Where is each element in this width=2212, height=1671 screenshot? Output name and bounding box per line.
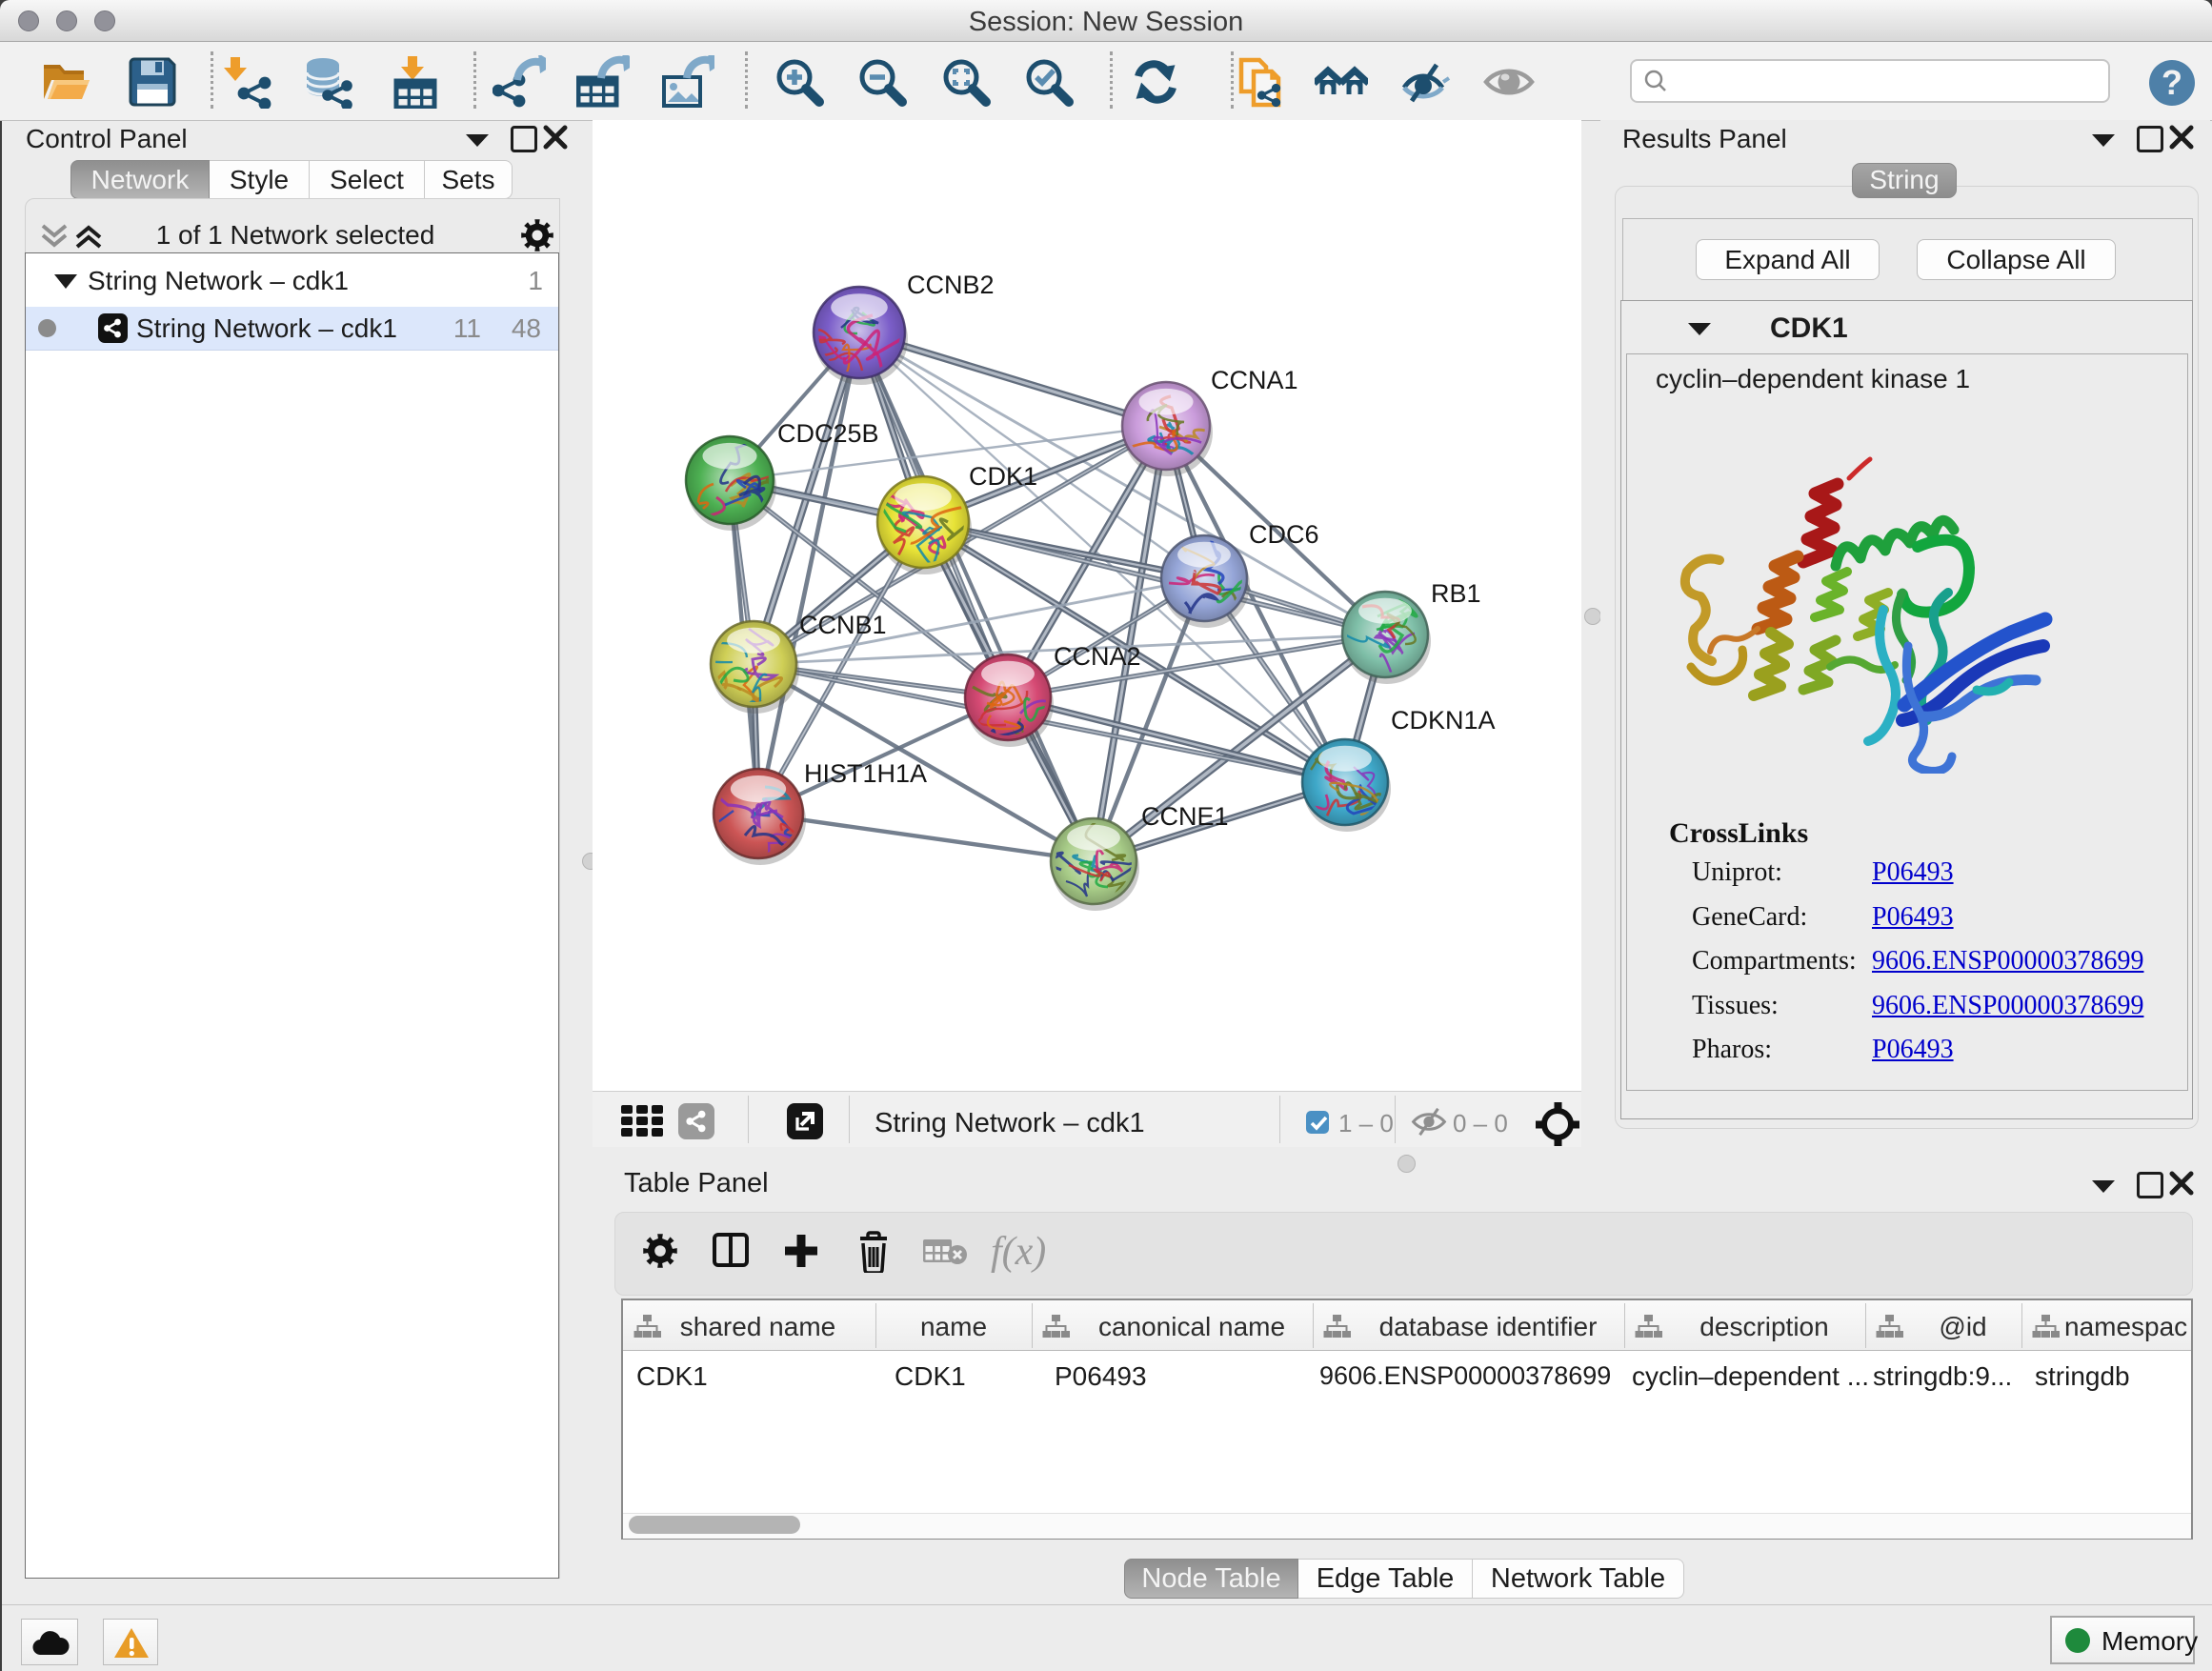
svg-text:CCNB2: CCNB2 <box>907 271 995 299</box>
svg-text:HIST1H1A: HIST1H1A <box>804 759 927 788</box>
svg-text:?: ? <box>2162 63 2182 102</box>
svg-text:CCNA2: CCNA2 <box>1054 642 1141 671</box>
svg-text:RB1: RB1 <box>1431 579 1481 608</box>
svg-text:CDC6: CDC6 <box>1249 520 1319 549</box>
svg-text:CDK1: CDK1 <box>969 462 1037 491</box>
svg-text:CDKN1A: CDKN1A <box>1391 706 1496 735</box>
svg-text:CCNE1: CCNE1 <box>1141 802 1229 831</box>
svg-text:CCNA1: CCNA1 <box>1211 366 1298 394</box>
svg-text:CCNB1: CCNB1 <box>799 611 887 639</box>
svg-text:CDC25B: CDC25B <box>777 419 879 448</box>
